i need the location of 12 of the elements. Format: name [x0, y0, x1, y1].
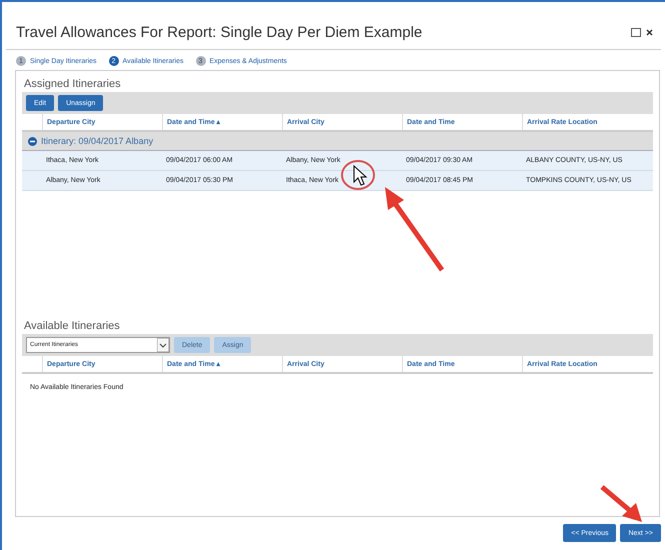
annotation-arrow — [600, 485, 642, 522]
section-title: Available Itineraries — [23, 319, 121, 334]
cursor-icon — [354, 164, 368, 186]
chevron-icon — [157, 338, 169, 352]
maximize-icon[interactable] — [631, 28, 641, 37]
window-title: Travel Allowances For Report: Single Day Per Diem Example — [16, 24, 422, 41]
group-label: Itinerary: 09/04/2017 Albany — [41, 136, 154, 146]
close-icon[interactable] — [646, 29, 653, 36]
collapse-icon[interactable] — [28, 136, 37, 146]
section-title: Assigned Itineraries — [23, 77, 122, 92]
highlight-circle — [341, 160, 375, 190]
group-row[interactable]: Itinerary: 09/04/2017 Albany — [22, 132, 653, 151]
